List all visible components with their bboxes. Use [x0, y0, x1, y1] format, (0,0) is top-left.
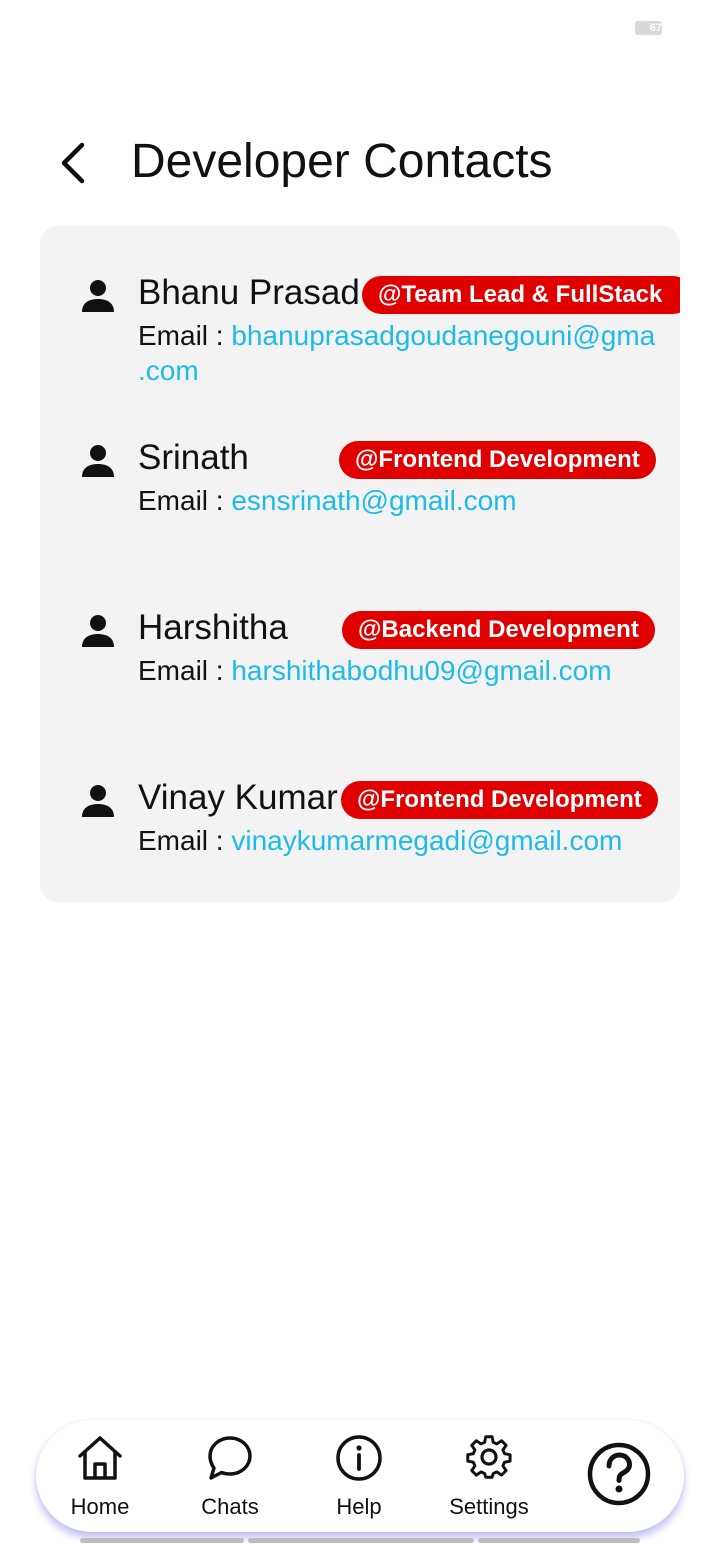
page-header: Developer Contacts	[0, 120, 720, 210]
email-row: Email : harshithabodhu09@gmail.com	[138, 653, 678, 688]
home-indicator-segment	[248, 1538, 474, 1543]
email-label: Email :	[138, 825, 224, 856]
home-indicator-segment	[80, 1538, 244, 1543]
contact-name: Harshitha	[138, 608, 288, 647]
email-label: Email :	[138, 655, 224, 686]
contact-name: Bhanu Prasad	[138, 273, 360, 312]
email-link[interactable]: bhanuprasadgoudanegouni@gma	[231, 320, 655, 351]
info-icon	[336, 1435, 382, 1481]
nav-home[interactable]: Home	[45, 1434, 155, 1522]
battery-indicator: 67	[635, 21, 662, 35]
battery-level: 67	[649, 22, 662, 34]
chat-bubble-icon	[208, 1436, 252, 1480]
home-indicator-segment	[478, 1538, 640, 1543]
email-label: Email :	[138, 485, 224, 516]
email-row: Email : bhanuprasadgoudanegouni@gma .com	[138, 318, 678, 388]
role-badge: @Backend Development	[342, 611, 655, 649]
nav-home-label: Home	[70, 1494, 130, 1519]
question-mark-icon	[587, 1442, 651, 1506]
role-badge: @Frontend Development	[341, 781, 658, 819]
email-link[interactable]: esnsrinath@gmail.com	[231, 485, 516, 516]
nav-settings-label: Settings	[449, 1494, 529, 1519]
person-icon	[82, 445, 114, 477]
email-link[interactable]: vinaykumarmegadi@gmail.com	[231, 825, 622, 856]
nav-help-label: Help	[336, 1494, 382, 1519]
bottom-nav: Home Chats Help Settings	[36, 1420, 684, 1532]
email-row: Email : vinaykumarmegadi@gmail.com	[138, 823, 678, 858]
contact-name: Srinath	[138, 438, 249, 477]
nav-chats[interactable]: Chats	[175, 1434, 285, 1522]
role-badge: @Team Lead & FullStack	[362, 276, 680, 314]
chevron-left-icon	[61, 142, 85, 184]
help-fab-button[interactable]	[587, 1442, 651, 1506]
email-label: Email :	[138, 320, 224, 351]
email-row: Email : esnsrinath@gmail.com	[138, 483, 678, 518]
email-link-continued[interactable]: .com	[138, 355, 199, 386]
person-icon	[82, 785, 114, 817]
home-icon	[78, 1436, 122, 1480]
nav-help[interactable]: Help	[304, 1434, 414, 1522]
person-icon	[82, 280, 114, 312]
person-icon	[82, 615, 114, 647]
back-button[interactable]	[50, 136, 94, 190]
role-badge: @Frontend Development	[339, 441, 656, 479]
email-link[interactable]: harshithabodhu09@gmail.com	[231, 655, 611, 686]
contact-name: Vinay Kumar	[138, 778, 338, 817]
page-title: Developer Contacts	[131, 135, 553, 188]
nav-chats-label: Chats	[201, 1494, 259, 1519]
nav-settings[interactable]: Settings	[434, 1434, 544, 1522]
contacts-card: Bhanu Prasad @Team Lead & FullStack Emai…	[40, 226, 680, 902]
gear-icon	[466, 1435, 512, 1479]
